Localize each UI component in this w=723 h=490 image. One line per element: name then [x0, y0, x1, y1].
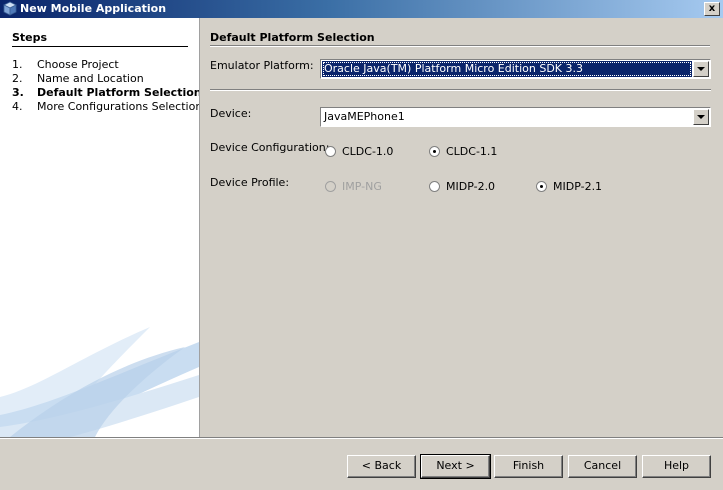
radio-circle [325, 181, 336, 192]
step-more-configurations: 4. More Configurations Selection [12, 100, 199, 114]
step-label: Name and Location [37, 72, 144, 85]
radio-circle [325, 146, 336, 157]
radio-label: MIDP-2.1 [553, 180, 603, 193]
radio-label: IMP-NG [342, 180, 382, 193]
steps-panel: Steps 1. Choose Project 2. Name and Locati… [0, 18, 199, 437]
step-number: 4. [12, 100, 23, 113]
radio-circle-selected [429, 146, 440, 157]
device-select[interactable]: JavaMEPhone1 [320, 107, 711, 127]
radio-label: CLDC-1.1 [446, 145, 498, 158]
chevron-down-icon[interactable] [693, 109, 709, 125]
section-separator-highlight [210, 90, 711, 91]
step-number: 3. [12, 86, 24, 99]
radio-cldc-1-1[interactable]: CLDC-1.1 [429, 145, 497, 159]
steps-divider [12, 46, 188, 47]
radio-midp-2-1[interactable]: MIDP-2.1 [536, 180, 602, 194]
device-value: JavaMEPhone1 [324, 110, 405, 123]
device-configuration-label: Device Configuration: [210, 141, 330, 154]
step-number: 2. [12, 72, 23, 85]
emulator-platform-select[interactable]: Oracle Java(TM) Platform Micro Edition S… [320, 59, 711, 79]
finish-button[interactable]: Finish [494, 455, 563, 478]
emulator-platform-label: Emulator Platform: [210, 59, 314, 72]
title-bar[interactable]: New Mobile Application x [0, 0, 723, 18]
help-button[interactable]: Help [642, 455, 711, 478]
radio-label: CLDC-1.0 [342, 145, 394, 158]
step-label: Default Platform Selection [37, 86, 199, 99]
radio-circle [429, 181, 440, 192]
radio-imp-ng: IMP-NG [325, 180, 382, 194]
radio-label: MIDP-2.0 [446, 180, 496, 193]
device-profile-label: Device Profile: [210, 176, 290, 189]
close-icon[interactable]: x [704, 2, 720, 16]
radio-circle-selected [536, 181, 547, 192]
page-title: Default Platform Selection [210, 31, 375, 44]
step-name-and-location: 2. Name and Location [12, 72, 197, 86]
steps-heading: Steps [12, 31, 48, 44]
step-choose-project: 1. Choose Project [12, 58, 197, 72]
emulator-platform-value: Oracle Java(TM) Platform Micro Edition S… [322, 61, 692, 77]
cancel-button[interactable]: Cancel [568, 455, 637, 478]
step-label: More Configurations Selection [37, 100, 199, 113]
radio-midp-2-0[interactable]: MIDP-2.0 [429, 180, 495, 194]
next-button[interactable]: Next > [420, 454, 491, 479]
window-title: New Mobile Application [20, 2, 167, 15]
step-label: Choose Project [37, 58, 119, 71]
footer-divider-highlight [0, 438, 723, 439]
steps-list: 1. Choose Project 2. Name and Location 3. D… [12, 58, 199, 114]
device-label: Device: [210, 107, 252, 120]
title-divider-highlight [210, 46, 710, 47]
radio-cldc-1-0[interactable]: CLDC-1.0 [325, 145, 393, 159]
chevron-down-icon[interactable] [693, 61, 709, 77]
decorative-swoosh-graphic [0, 327, 199, 437]
main-content: Default Platform Selection Emulator Plat… [200, 18, 723, 437]
back-button[interactable]: < Back [347, 455, 416, 478]
step-number: 1. [12, 58, 23, 71]
cube-icon [3, 1, 17, 16]
step-default-platform-selection: 3. Default Platform Selection [12, 86, 199, 100]
